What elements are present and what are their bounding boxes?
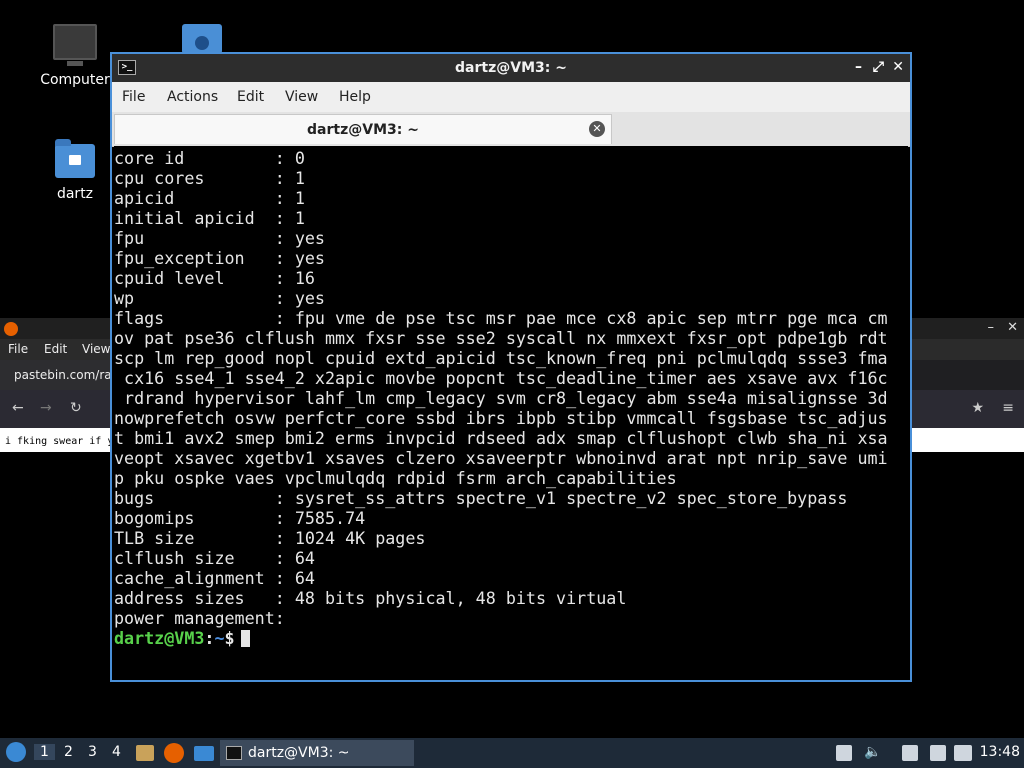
window-title: dartz@VM3: ~ <box>455 60 567 76</box>
firefox-tab[interactable]: pastebin.com/ra <box>0 360 112 390</box>
close-icon[interactable]: ✕ <box>892 59 904 75</box>
update-notifier-icon[interactable] <box>954 745 972 761</box>
bookmark-star-icon[interactable]: ★ <box>971 400 984 416</box>
terminal-window: >_ dartz@VM3: ~ – ⤢ ✕ File Actions Edit … <box>110 52 912 682</box>
terminal-screen[interactable]: core id : 0 cpu cores : 1 apicid : 1 ini… <box>114 146 908 678</box>
prompt-user: dartz@VM3 <box>114 628 205 648</box>
tab-title: pastebin.com/ra <box>14 368 112 382</box>
terminal-titlebar[interactable]: >_ dartz@VM3: ~ – ⤢ ✕ <box>112 54 910 82</box>
hamburger-menu-icon[interactable]: ≡ <box>1002 400 1014 416</box>
menu-edit[interactable]: Edit <box>44 342 67 356</box>
terminal-tab[interactable]: dartz@VM3: ~ ✕ <box>114 114 612 144</box>
terminal-menubar: File Actions Edit View Help <box>112 82 910 112</box>
start-menu-icon[interactable] <box>6 742 26 762</box>
taskbar: 1 2 3 4 dartz@VM3: ~ 🔈 13:48 <box>0 738 1024 768</box>
network-icon[interactable] <box>902 745 918 761</box>
page-text: i fking swear if y <box>5 436 114 447</box>
prompt-separator: : <box>204 628 215 648</box>
terminal-icon <box>226 746 242 760</box>
taskbar-task-terminal[interactable]: dartz@VM3: ~ <box>220 740 414 766</box>
prompt-path: ~ <box>214 628 225 648</box>
clipboard-icon[interactable] <box>836 745 852 761</box>
workspace-3[interactable]: 3 <box>88 744 97 760</box>
prompt-symbol: $ <box>224 628 235 648</box>
firefox-logo-icon <box>4 321 18 336</box>
workspace-1[interactable]: 1 <box>34 744 55 760</box>
menu-edit[interactable]: Edit <box>237 89 264 105</box>
file-manager-icon[interactable] <box>136 745 154 761</box>
terminal-output: core id : 0 cpu cores : 1 apicid : 1 ini… <box>114 148 888 628</box>
desktop-icon-label: dartz <box>56 186 94 202</box>
desktop-icon-computer[interactable]: Computer <box>35 24 115 88</box>
menu-actions[interactable]: Actions <box>167 89 218 105</box>
show-desktop-icon[interactable] <box>194 746 214 761</box>
desktop-icon-home-folder[interactable]: dartz <box>35 139 115 202</box>
firefox-launcher-icon[interactable] <box>164 743 184 763</box>
desktop-icon-label: Computer <box>40 72 110 88</box>
tab-label: dartz@VM3: ~ <box>307 122 419 138</box>
forward-icon[interactable]: → <box>40 400 52 416</box>
task-label: dartz@VM3: ~ <box>248 745 350 761</box>
workspace-2[interactable]: 2 <box>64 744 73 760</box>
minimize-icon[interactable]: – <box>855 59 862 75</box>
tab-close-icon[interactable]: ✕ <box>589 121 605 137</box>
menu-view[interactable]: View <box>285 89 318 105</box>
text-cursor <box>240 630 250 647</box>
menu-help[interactable]: Help <box>339 89 371 105</box>
notes-icon[interactable] <box>930 745 946 761</box>
network-folder-icon[interactable] <box>182 24 222 54</box>
terminal-tabstrip: dartz@VM3: ~ ✕ <box>112 112 910 147</box>
menu-file[interactable]: File <box>8 342 28 356</box>
back-icon[interactable]: ← <box>12 400 24 416</box>
computer-icon <box>53 24 97 66</box>
volume-icon[interactable]: 🔈 <box>864 744 881 760</box>
menu-file[interactable]: File <box>122 89 145 105</box>
maximize-icon[interactable]: ⤢ <box>873 59 884 75</box>
workspace-4[interactable]: 4 <box>112 744 121 760</box>
menu-view[interactable]: View <box>82 342 110 356</box>
shell-prompt[interactable]: dartz@VM3:~$ <box>114 628 908 648</box>
reload-icon[interactable]: ↻ <box>70 400 82 416</box>
clock[interactable]: 13:48 <box>980 744 1020 760</box>
close-icon[interactable]: ✕ <box>1007 320 1018 335</box>
minimize-icon[interactable]: – <box>988 320 995 335</box>
home-folder-icon <box>55 139 95 178</box>
